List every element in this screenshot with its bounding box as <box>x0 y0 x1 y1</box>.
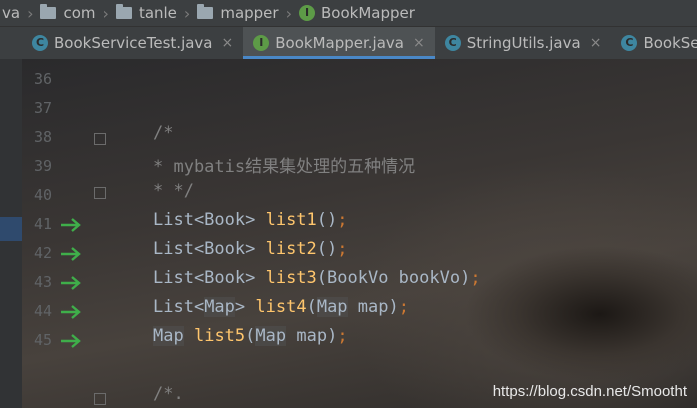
method-name: list5 <box>193 326 246 346</box>
class-icon: C <box>621 35 638 51</box>
params-token: (BookVo bookVo) <box>316 268 471 288</box>
chevron-right-icon: › <box>183 3 191 23</box>
params-token: map) <box>347 297 399 317</box>
line-number: 39 <box>33 157 52 175</box>
code-line-42: List<Book> list2(); <box>153 239 348 268</box>
type-token: List<Book> <box>153 239 266 259</box>
folder-icon <box>40 4 57 19</box>
interface-icon: I <box>298 5 315 21</box>
tab-label: BookMapper.java <box>275 34 404 52</box>
params-token: map) <box>286 326 338 346</box>
line-number: 37 <box>33 99 52 117</box>
fold-icon[interactable] <box>94 187 106 199</box>
implementation-arrow-icon[interactable] <box>60 304 82 320</box>
implementation-arrow-icon[interactable] <box>60 246 82 262</box>
semicolon: ; <box>337 210 348 230</box>
params-token: Map <box>255 326 287 346</box>
breadcrumb-label: tanle <box>138 4 177 22</box>
chevron-right-icon: › <box>102 3 109 23</box>
implementation-arrow-icon[interactable] <box>60 217 82 233</box>
breadcrumb-item-com[interactable]: com <box>40 0 96 26</box>
breadcrumb-label: mapper <box>220 4 279 22</box>
code-line-45: Map list5(Map map); <box>153 326 348 355</box>
chevron-right-icon: › <box>27 3 34 23</box>
close-icon[interactable]: × <box>590 35 602 51</box>
implementation-arrow-icon[interactable] <box>60 275 82 291</box>
type-token: List<Book> <box>153 210 266 230</box>
semicolon: ; <box>337 239 348 259</box>
line-number: 42 <box>33 244 52 262</box>
params-token: () <box>316 239 338 259</box>
params-token: () <box>316 210 338 230</box>
tool-strip-selection <box>0 217 22 241</box>
tab-bookservicetest[interactable]: C BookServiceTest.java × <box>22 27 243 59</box>
params-token: Map <box>316 297 348 317</box>
code-line-43: List<Book> list3(BookVo bookVo); <box>153 268 481 297</box>
breadcrumb-item-bookmapper[interactable]: I BookMapper <box>298 0 415 26</box>
code-line-36 <box>433 65 515 94</box>
code-line-41: List<Book> list1(); <box>153 210 348 239</box>
fold-icon[interactable] <box>94 133 106 145</box>
method-name: list1 <box>265 210 317 230</box>
close-icon[interactable]: × <box>413 35 425 51</box>
params-token: ( <box>306 297 317 317</box>
type-token: List< <box>153 297 205 317</box>
line-number: 41 <box>33 215 52 233</box>
line-number: 36 <box>33 70 52 88</box>
breadcrumb-item-tanle[interactable]: tanle <box>115 0 177 26</box>
folder-icon <box>115 4 132 19</box>
fold-icon[interactable] <box>94 393 106 405</box>
method-name: list2 <box>265 239 317 259</box>
implementation-arrow-icon[interactable] <box>60 333 82 349</box>
code-line-40: * */ <box>153 181 194 201</box>
comment-text: * mybatis <box>153 157 246 177</box>
line-number: 38 <box>33 128 52 146</box>
code-editor[interactable]: 36 37 38 39 40 41 42 43 44 45 /* * mybat… <box>0 59 697 408</box>
code-line-39: * mybatis结果集处理的五种情况 <box>153 152 415 181</box>
code-area[interactable]: /* * mybatis结果集处理的五种情况 * */ List<Book> l… <box>153 59 697 408</box>
code-line-38: /* <box>153 123 174 143</box>
editor-gutter: 36 37 38 39 40 41 42 43 44 45 <box>22 59 132 408</box>
interface-icon: I <box>253 35 270 51</box>
params-token: ( <box>245 326 256 346</box>
code-line-44: List<Map> list4(Map map); <box>153 297 409 326</box>
squiggle-mark <box>433 65 515 85</box>
tab-bookserv[interactable]: C BookServ <box>611 27 697 59</box>
breadcrumb-item-va[interactable]: va <box>2 0 20 26</box>
close-icon[interactable]: × <box>222 35 234 51</box>
watermark: https://blog.csdn.net/Smootht <box>492 383 687 400</box>
type-token: Map <box>153 326 184 346</box>
breadcrumb-label: va <box>2 4 21 22</box>
method-name: list3 <box>265 268 317 288</box>
semicolon: ; <box>337 326 348 346</box>
line-number: 43 <box>33 273 52 291</box>
type-token: Map <box>204 297 235 317</box>
method-name: list4 <box>255 297 307 317</box>
breadcrumb-label: BookMapper <box>320 4 415 22</box>
breadcrumb: va › com › tanle › mapper › I BookMapper <box>0 0 697 27</box>
type-token: > <box>234 297 256 317</box>
semicolon: ; <box>470 268 481 288</box>
class-icon: C <box>32 35 48 51</box>
tab-label: BookServ <box>643 34 697 52</box>
tab-label: BookServiceTest.java <box>54 34 213 52</box>
tab-label: StringUtils.java <box>466 34 581 52</box>
line-number: 44 <box>33 302 52 320</box>
project-tool-strip <box>0 59 22 408</box>
class-icon: C <box>444 35 461 51</box>
editor-tab-bar: C BookServiceTest.java × I BookMapper.ja… <box>0 27 697 59</box>
chevron-right-icon: › <box>285 3 292 23</box>
tab-bar-spacer <box>0 27 22 59</box>
code-line-47: /*. <box>153 384 184 404</box>
breadcrumb-label: com <box>63 4 96 22</box>
comment-text: 结果集处理的五种情况 <box>245 157 416 177</box>
tab-bookmapper[interactable]: I BookMapper.java × <box>243 27 436 59</box>
semicolon: ; <box>398 297 409 317</box>
type-token: List<Book> <box>153 268 266 288</box>
breadcrumb-item-mapper[interactable]: mapper <box>197 0 279 26</box>
line-number: 45 <box>33 331 52 349</box>
folder-icon <box>197 4 214 19</box>
tab-stringutils[interactable]: C StringUtils.java × <box>435 27 612 59</box>
line-number: 40 <box>33 186 52 204</box>
